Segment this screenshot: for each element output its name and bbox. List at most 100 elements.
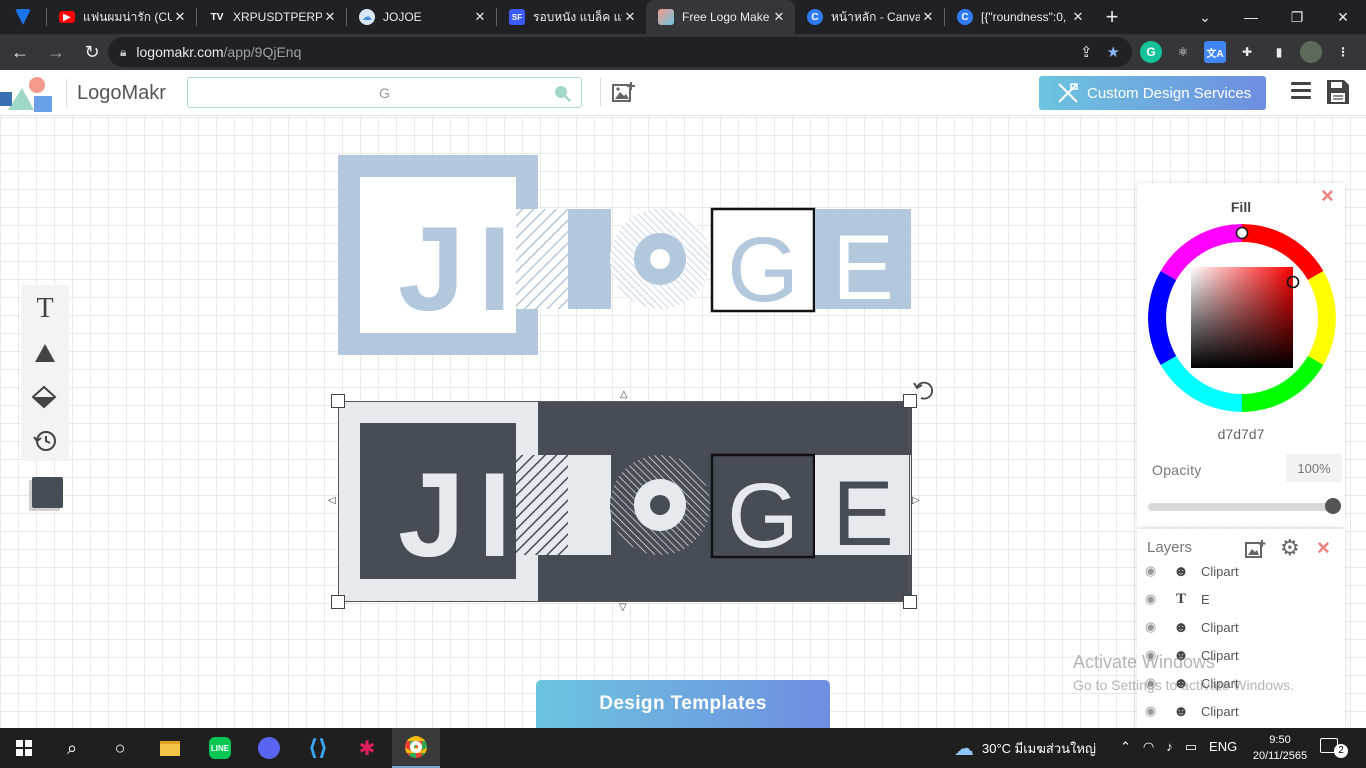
discord-icon[interactable] [245, 728, 293, 768]
clock[interactable]: 9:50 20/11/2565 [1252, 732, 1308, 764]
wifi-icon[interactable]: ◠ [1143, 739, 1154, 755]
tab-canva-json[interactable]: C [{"roundness":0, ✕ [945, 0, 1094, 34]
windows-taskbar: ⌕ ○ LINE ⟨⟩ ✱ ☁ 30°C มีเมฆส่วนใหญ่ ⌃ ◠ ♪… [0, 728, 1366, 768]
close-tab-icon[interactable]: ✕ [322, 9, 338, 25]
browser-menu-icon[interactable]: ⋮ [1332, 41, 1354, 63]
tray-chevron-icon[interactable]: ⌃ [1120, 739, 1131, 755]
grammarly-icon[interactable]: G [1140, 41, 1162, 63]
resize-handle-se[interactable] [903, 595, 917, 609]
battery-icon[interactable]: ▭ [1185, 739, 1197, 755]
layer-row[interactable]: ◉ ☻ Clipart [1137, 557, 1345, 585]
forward-icon[interactable]: → [40, 36, 72, 68]
brand[interactable]: LogoMakr [0, 74, 166, 112]
tab-vpn[interactable] [0, 0, 46, 34]
tab-sf-cinema[interactable]: SF รอบหนัง แบล็ค แพ ✕ [497, 0, 646, 34]
visibility-eye-icon[interactable]: ◉ [1145, 591, 1161, 607]
back-icon[interactable]: ← [4, 36, 36, 68]
vscode-icon[interactable]: ⟨⟩ [294, 728, 342, 768]
logo-top-letter-e: E [832, 217, 893, 319]
canva-icon: C [807, 9, 823, 25]
search-icon[interactable]: ⌕ [48, 728, 96, 768]
side-panel-icon[interactable]: ▮ [1268, 41, 1290, 63]
close-tab-icon[interactable]: ✕ [472, 9, 488, 25]
close-tab-icon[interactable]: ✕ [622, 9, 638, 25]
share-icon[interactable]: ⇪ [1080, 43, 1093, 61]
add-layer-image-icon[interactable] [1245, 539, 1267, 559]
visibility-eye-icon[interactable]: ◉ [1145, 703, 1161, 719]
line-app-icon[interactable]: LINE [196, 728, 244, 768]
opacity-input[interactable]: 100% [1286, 454, 1342, 482]
browser-tab-strip: ▶ แฟนผมน่ารัก (CU ✕ TV XRPUSDTPERP 0 ✕ ☁… [0, 0, 1366, 34]
minimize-icon[interactable]: — [1228, 0, 1274, 34]
resize-handle-bottom[interactable]: ▽ [619, 602, 627, 613]
file-explorer-icon[interactable] [146, 728, 194, 768]
close-tab-icon[interactable]: ✕ [920, 9, 936, 25]
volume-icon[interactable]: ♪ [1166, 739, 1173, 755]
close-tab-icon[interactable]: ✕ [172, 9, 188, 25]
weather-widget[interactable]: ☁ 30°C มีเมฆส่วนใหญ่ [954, 728, 1096, 768]
history-icon[interactable] [21, 419, 69, 463]
custom-design-services-button[interactable]: Custom Design Services [1039, 76, 1266, 110]
tools-icon [1058, 83, 1078, 103]
omnibox-actions: ⇪ ★ [1080, 43, 1120, 61]
language-indicator[interactable]: ENG [1209, 739, 1237, 755]
rotate-handle-icon[interactable] [912, 378, 936, 402]
bookmark-star-icon[interactable]: ★ [1107, 43, 1120, 61]
opacity-slider-knob[interactable] [1325, 498, 1341, 514]
hue-wheel[interactable] [1148, 224, 1336, 412]
resize-handle-nw[interactable] [331, 394, 345, 408]
resize-handle-left[interactable]: ◁ [328, 495, 336, 506]
close-tab-icon[interactable]: ✕ [771, 9, 787, 25]
tab-search-icon[interactable]: ⌄ [1182, 0, 1228, 34]
opacity-slider-track[interactable] [1148, 503, 1336, 511]
address-bar[interactable]: 🔒︎ logomakr.com/app/9QjEnq ⇪ ★ [108, 37, 1132, 67]
reload-icon[interactable]: ↻ [76, 36, 108, 68]
profile-avatar[interactable] [1300, 41, 1322, 63]
tab-jojoe[interactable]: ☁ JOJOE ✕ [347, 0, 496, 34]
text-tool-icon[interactable]: T [21, 287, 69, 331]
slack-icon[interactable]: ✱ [343, 728, 391, 768]
current-color-swatch[interactable] [32, 477, 63, 508]
fill-bucket-icon[interactable] [21, 375, 69, 419]
react-devtools-icon[interactable]: ⚛ [1172, 41, 1194, 63]
layer-row[interactable]: ◉ ☻ Clipart [1137, 697, 1345, 725]
resize-handle-sw[interactable] [331, 595, 345, 609]
visibility-eye-icon[interactable]: ◉ [1145, 619, 1161, 635]
close-fill-panel-icon[interactable]: × [1321, 183, 1334, 209]
system-tray: ⌃ ◠ ♪ ▭ ENG [1120, 739, 1237, 755]
restore-icon[interactable]: ❐ [1274, 0, 1320, 34]
layers-panel: Layers ⚙ × ◉ ☻ Clipart ◉ T E ◉ ☻ Clipart… [1137, 529, 1345, 728]
clipart-icon: ☻ [1173, 562, 1189, 580]
save-icon[interactable] [1326, 79, 1350, 105]
layer-row[interactable]: ◉ T E [1137, 585, 1345, 613]
layer-row[interactable]: ◉ ☻ Clipart [1137, 613, 1345, 641]
brand-name: LogoMakr [77, 81, 166, 104]
search-input[interactable]: G [187, 77, 582, 108]
fill-hex-value[interactable]: d7d7d7 [1137, 426, 1345, 442]
resize-handle-top[interactable]: △ [620, 389, 628, 400]
logo-light-variant[interactable]: J I G E [338, 155, 912, 357]
notification-center-icon[interactable]: 2 [1320, 738, 1350, 760]
add-image-icon[interactable] [612, 81, 636, 103]
shape-tool-icon[interactable] [21, 331, 69, 375]
new-tab-button[interactable]: + [1094, 0, 1130, 34]
close-window-icon[interactable]: ✕ [1320, 0, 1366, 34]
hamburger-menu-icon[interactable] [1291, 82, 1311, 102]
design-templates-button[interactable]: Design Templates [536, 680, 830, 728]
chrome-icon[interactable] [392, 728, 440, 768]
tab-logomakr[interactable]: Free Logo Make ✕ [646, 0, 795, 34]
windows-start-icon[interactable] [0, 728, 48, 768]
task-view-icon[interactable]: ○ [96, 728, 144, 768]
hue-picker-knob[interactable] [1235, 226, 1249, 240]
search-icon[interactable] [553, 84, 571, 102]
tab-tradingview[interactable]: TV XRPUSDTPERP 0 ✕ [197, 0, 346, 34]
resize-handle-right[interactable]: ▷ [912, 495, 920, 506]
tab-youtube[interactable]: ▶ แฟนผมน่ารัก (CU ✕ [47, 0, 196, 34]
brand-divider [66, 79, 67, 107]
visibility-eye-icon[interactable]: ◉ [1145, 563, 1161, 579]
close-tab-icon[interactable]: ✕ [1070, 9, 1086, 25]
tab-canva-home[interactable]: C หน้าหลัก - Canva ✕ [795, 0, 944, 34]
extensions-puzzle-icon[interactable]: ✚ [1236, 41, 1258, 63]
translate-icon[interactable]: 文A [1204, 41, 1226, 63]
design-canvas[interactable]: T J I G E J I G E △ ▽ ◁ ▷ Fill × d7d7d7 … [0, 117, 1366, 728]
